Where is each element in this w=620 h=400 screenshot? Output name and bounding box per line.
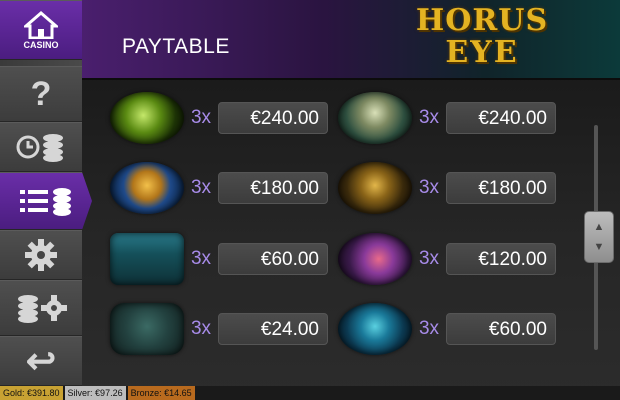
silver-jackpot: Silver: €97.26 xyxy=(64,386,126,400)
jackpot-bar: Gold: €391.80 Silver: €97.26 Bronze: €14… xyxy=(0,386,620,400)
paytable-row: 3x €60.00 xyxy=(338,303,556,355)
scarab-symbol-icon xyxy=(110,92,184,144)
help-button[interactable]: ? xyxy=(0,66,82,122)
payout-value: €120.00 xyxy=(446,243,556,275)
back-button[interactable]: ↩ xyxy=(0,336,82,386)
history-coins-icon xyxy=(16,134,63,162)
multiplier: 3x xyxy=(418,318,440,339)
home-icon xyxy=(24,10,58,39)
page-title: PAYTABLE xyxy=(122,35,230,58)
scroll-up-icon[interactable]: ▲ xyxy=(594,221,605,233)
payout-value: €240.00 xyxy=(218,102,328,134)
return-arrow-icon: ↩ xyxy=(25,340,57,381)
paytable-row: 3x €60.00 xyxy=(110,233,328,285)
stone-tablet-symbol-icon xyxy=(110,303,184,355)
multiplier: 3x xyxy=(190,107,212,128)
payout-value: €180.00 xyxy=(446,172,556,204)
multiplier: 3x xyxy=(418,177,440,198)
paytable-button[interactable] xyxy=(0,172,92,230)
game-logo: HORUS EYE xyxy=(412,6,552,78)
casino-button[interactable]: CASINO xyxy=(0,0,82,60)
scroll-down-icon[interactable]: ▼ xyxy=(594,241,605,253)
ankh-symbol-icon xyxy=(338,162,412,214)
logo-line-2: EYE xyxy=(445,35,519,70)
bronze-jackpot: Bronze: €14.65 xyxy=(127,386,195,400)
history-button[interactable] xyxy=(0,122,82,172)
paytable-row: 3x €180.00 xyxy=(338,162,556,214)
multiplier: 3x xyxy=(418,248,440,269)
anubis-jackal-symbol-icon xyxy=(338,303,412,355)
paytable-row: 3x €120.00 xyxy=(338,233,556,285)
treasure-chest-symbol-icon xyxy=(110,233,184,285)
payout-value: €60.00 xyxy=(218,243,328,275)
question-icon: ? xyxy=(30,75,52,113)
paytable-list-icon xyxy=(20,188,71,216)
payout-value: €60.00 xyxy=(446,313,556,345)
payout-value: €180.00 xyxy=(218,172,328,204)
multiplier: 3x xyxy=(190,318,212,339)
paytable-row: 3x €24.00 xyxy=(110,303,328,355)
gold-jackpot: Gold: €391.80 xyxy=(0,386,63,400)
settings-button[interactable] xyxy=(0,230,82,280)
gear-icon xyxy=(25,239,57,271)
casino-label: CASINO xyxy=(23,39,59,50)
multiplier: 3x xyxy=(190,248,212,269)
logo-line-1: HORUS xyxy=(415,3,549,38)
payout-value: €240.00 xyxy=(446,102,556,134)
pharaoh-mask-symbol-icon xyxy=(110,162,184,214)
coins-gear-icon xyxy=(18,295,67,323)
paytable-row: 3x €180.00 xyxy=(110,162,328,214)
mummy-symbol-icon xyxy=(338,92,412,144)
paytable-row: 3x €240.00 xyxy=(338,92,556,144)
feather-symbol-icon xyxy=(338,233,412,285)
sidebar: CASINO ? ↩ xyxy=(0,0,92,386)
payout-value: €24.00 xyxy=(218,313,328,345)
paytable-row: 3x €240.00 xyxy=(110,92,328,144)
scroll-handle[interactable]: ▲ ▼ xyxy=(584,211,614,263)
header: PAYTABLE HORUS EYE xyxy=(82,0,620,80)
multiplier: 3x xyxy=(418,107,440,128)
multiplier: 3x xyxy=(190,177,212,198)
bet-settings-button[interactable] xyxy=(0,280,82,336)
